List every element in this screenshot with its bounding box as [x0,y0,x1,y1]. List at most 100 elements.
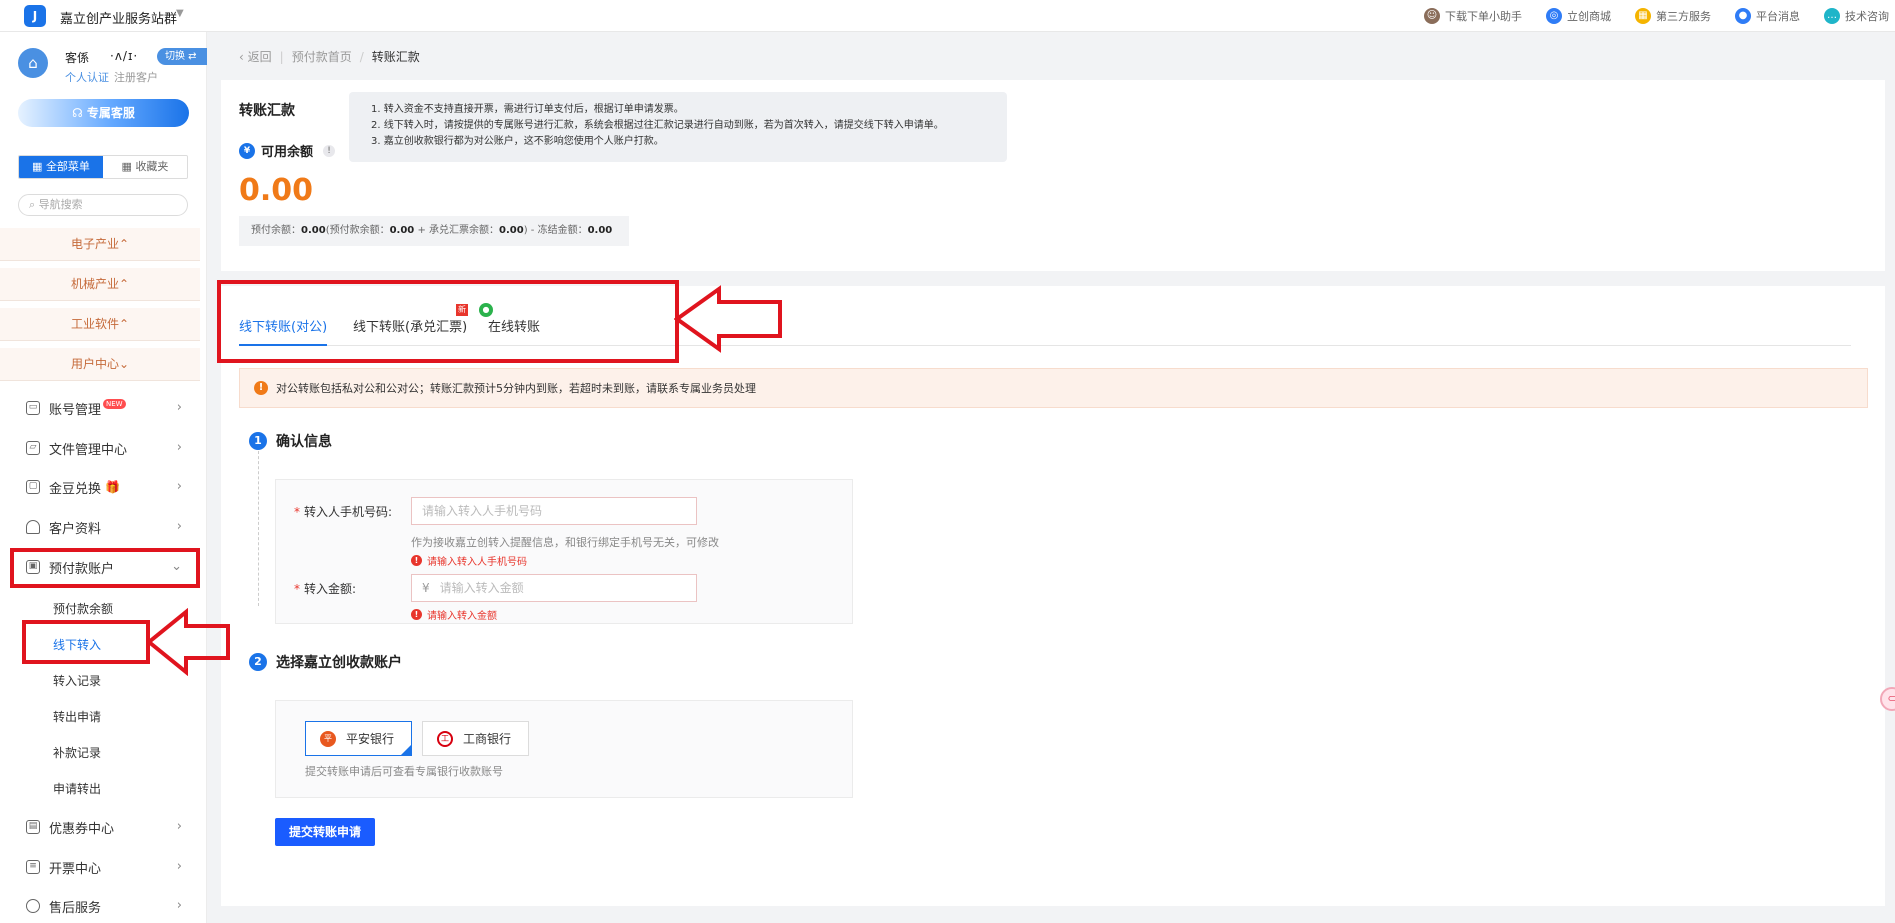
sub-item-supplement-records[interactable]: 补款记录 [53,744,101,761]
sidebar-group-machinery[interactable]: 机械产业⌃ [0,268,200,301]
step-confirm-info: 1 确认信息 [249,431,332,451]
bank-label: 工商银行 [463,732,512,746]
search-placeholder: 导航搜索 [38,198,83,211]
phone-error: ! 请输入转入人手机号码 [411,553,527,568]
notice-line: 1. 转入资金不支持直接开票，需进行订单支付后，根据订单申请发票。 [371,104,684,115]
currency-symbol: ¥ [422,581,430,595]
bank-option-pingan[interactable]: 平 平安银行 [305,721,412,756]
tab-label: 收藏夹 [135,160,169,173]
breadcrumb-parent[interactable]: 预付款首页 [292,50,352,64]
step-choose-account: 2 选择嘉立创收款账户 [249,652,402,672]
coupon-icon: ▤ [26,820,40,834]
back-link[interactable]: ‹ 返回 [239,50,272,64]
error-text: 请输入转入人手机号码 [427,557,527,568]
highlight-box-tabs [217,280,679,363]
after-sales-icon [26,899,40,913]
exclusive-service-button[interactable]: ☊ 专属客服 [18,99,189,127]
tab-favorites[interactable]: ▦ 收藏夹 [103,156,187,178]
error-text: 请输入转入金额 [427,611,497,622]
toplink-label: 第三方服务 [1656,10,1711,23]
toplink-helper[interactable]: ☺ 下载下单小助手 [1424,0,1522,32]
balance-card: 转账汇款 1. 转入资金不支持直接开票，需进行订单支付后，根据订单申请发票。 2… [221,80,1885,271]
tab-label: 全部菜单 [45,160,90,173]
nav-search-input[interactable]: ⌕ 导航搜索 [18,194,188,216]
pingan-bank-icon: 平 [320,730,336,747]
toplink-mall[interactable]: ◎ 立创商城 [1546,0,1611,32]
step-title: 确认信息 [276,434,332,450]
toplink-label: 技术咨询 [1845,10,1889,23]
sidebar-group-user-center[interactable]: 用户中心⌄ [0,348,200,381]
detail-value: 0.00 [499,225,524,236]
toplink-label: 下载下单小助手 [1445,10,1522,23]
detail-text: ) - 冻结金额： [523,225,588,236]
toplink-label: 平台消息 [1756,10,1800,23]
sidebar-item-coupons[interactable]: ▤ 优惠券中心 › [0,809,200,845]
chevron-right-icon: › [176,859,182,874]
available-balance-value: 0.00 [239,173,314,208]
notice-box: 1. 转入资金不支持直接开票，需进行订单支付后，根据订单申请发票。 2. 线下转… [349,92,1007,162]
breadcrumb-separator: | [279,50,284,64]
page-title: 转账汇款 [239,103,295,119]
user-name-masked: ·ʌ/ɪ· [110,49,139,63]
tab-all-menu[interactable]: ▦ 全部菜单 [19,156,103,178]
bank-option-icbc[interactable]: 工 工商银行 [422,721,529,756]
sidebar-group-electronics[interactable]: 电子产业⌃ [0,228,200,261]
icbc-bank-icon: 工 [437,730,453,747]
search-icon: ⌕ [29,198,36,211]
site-switcher[interactable]: 嘉立创产业服务站群 [60,8,177,27]
group-label: 电子产业 [70,237,119,251]
sidebar-item-after-sales[interactable]: 售后服务 › [0,888,200,923]
toplink-messages[interactable]: ● 平台消息 [1735,0,1800,32]
sub-item-transfer-records[interactable]: 转入记录 [53,672,101,689]
personal-verify-link[interactable]: 个人认证 [65,71,109,84]
breadcrumb-current: 转账汇款 [371,50,420,64]
folder-icon: ▱ [26,441,40,455]
bank-selection: 平 平安银行 工 工商银行 提交转账申请后可查看专属银行收款账号 [275,700,853,798]
sub-item-prepay-balance[interactable]: 预付款余额 [53,600,113,617]
sidebar: ⌂ 客係 ·ʌ/ɪ· 切换 ⇄ 个人认证 注册客户 ☊ 专属客服 ▦ 全部菜单 ▦… [0,32,207,923]
sidebar-item-label: 文件管理中心 [49,442,128,458]
sidebar-item-beans[interactable]: ▢ 金豆兑换 🎁 › [0,469,200,505]
step-title: 选择嘉立创收款账户 [276,655,402,671]
available-balance-label: ¥ 可用余额 ! [239,141,336,160]
group-label: 用户中心 [70,357,119,371]
balance-label-text: 可用余额 [261,145,314,160]
chevron-down-icon[interactable]: ▼ [176,8,184,19]
detail-value: 0.00 [587,225,613,236]
user-name: 客係 [65,51,90,65]
sidebar-item-customer[interactable]: 客户资料 › [0,509,200,545]
step-number: 1 [249,432,267,450]
sidebar-item-account[interactable]: ▭ 账号管理 NEW › [0,390,200,426]
warning-icon: ! [254,381,268,395]
gift-icon: 🎁 [105,480,120,494]
group-label: 工业软件 [70,317,119,331]
notice-line: 2. 线下转入时，请按提供的专属账号进行汇款，系统会根据过往汇款记录进行自动到账… [371,120,944,131]
bell-icon: ● [1735,8,1751,24]
logo-icon[interactable]: J [24,5,46,27]
new-badge: NEW [103,399,126,409]
cs-label: 专属客服 [86,106,135,120]
toplink-tech-support[interactable]: … 技术咨询 [1824,0,1889,32]
bank-hint: 提交转账申请后可查看专属银行收款账号 [305,765,503,778]
label-text: 转入人手机号码: [304,505,393,519]
info-icon[interactable]: ! [323,144,336,157]
toplink-third-party[interactable]: ▦ 第三方服务 [1635,0,1711,32]
detail-text: 预付余额： [251,225,301,236]
sidebar-item-label: 金豆兑换 [49,481,102,497]
sidebar-item-label: 开票中心 [49,861,102,877]
amount-input[interactable]: ¥ 请输入转入金额 [411,574,697,602]
sidebar-item-files[interactable]: ▱ 文件管理中心 › [0,430,200,466]
chevron-right-icon: › [176,898,182,913]
sub-item-apply-withdraw[interactable]: 申请转出 [53,780,101,797]
exchange-icon: ▢ [26,480,40,494]
sidebar-group-software[interactable]: 工业软件⌃ [0,308,200,341]
switch-account-button[interactable]: 切换 ⇄ [157,48,207,65]
sub-item-withdraw-request[interactable]: 转出申请 [53,708,101,725]
home-icon[interactable]: ⌂ [18,48,48,78]
sidebar-item-invoice[interactable]: ≡ 开票中心 › [0,849,200,885]
phone-input[interactable]: 请输入转入人手机号码 [411,497,697,525]
error-icon: ! [411,555,422,566]
alert-banner: ! 对公转账包括私对公和公对公；转账汇款预计5分钟内到账，若超时未到账，请联系专… [239,368,1868,408]
detail-text: + 承兑汇票余额： [414,225,500,236]
submit-transfer-button[interactable]: 提交转账申请 [275,818,375,846]
